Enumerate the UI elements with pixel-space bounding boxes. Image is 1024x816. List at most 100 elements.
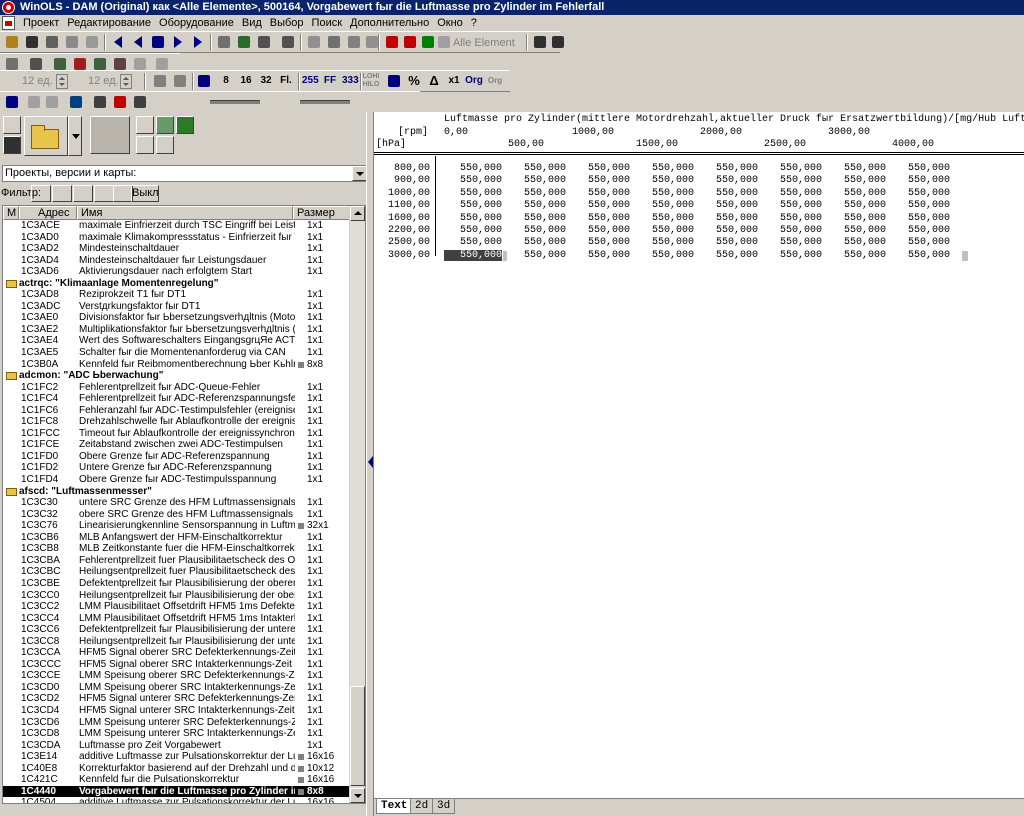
map-row[interactable]: 1C3AD2 Mindesteinschaltdauer 1x1 <box>3 243 351 255</box>
map-cell[interactable]: 550,000 <box>572 225 630 236</box>
map-row[interactable]: 1C3CBE Defektentprellzeit fыr Plausibilis… <box>3 578 351 590</box>
compare-icon[interactable] <box>256 34 272 50</box>
disk-icon[interactable] <box>24 34 40 50</box>
map-cell[interactable]: 550,000 <box>700 250 758 261</box>
menu-item[interactable]: Оборудование <box>155 15 238 31</box>
p-icon[interactable] <box>420 34 436 50</box>
map-cell[interactable]: 550,000 <box>636 250 694 261</box>
last-icon[interactable] <box>190 34 206 50</box>
scroll-thumb[interactable] <box>350 686 365 786</box>
new-file-icon[interactable] <box>3 116 21 134</box>
map-cell[interactable]: 550,000 <box>444 213 502 224</box>
map-text-view[interactable]: Luftmasse pro Zylinder(mittlere Motordre… <box>374 112 1024 798</box>
home-icon[interactable] <box>346 34 362 50</box>
add-icon[interactable] <box>136 136 154 154</box>
collapse-left-icon[interactable] <box>368 456 373 468</box>
map-cell[interactable]: 550,000 <box>508 163 566 174</box>
filter-gamma-icon[interactable] <box>73 185 93 202</box>
map-cell[interactable]: 550,000 <box>636 237 694 248</box>
filter-ooo-icon[interactable] <box>31 185 51 202</box>
bit-32-button[interactable]: 32 <box>258 73 274 89</box>
decimal-button[interactable]: 255 <box>302 73 319 89</box>
map-cell[interactable]: 550,000 <box>828 237 886 248</box>
search-icon[interactable] <box>236 34 252 50</box>
map-cell[interactable]: 550,000 <box>828 163 886 174</box>
map-row[interactable]: 1C3CBC Heilungsentprellzeit fuer Plausibi… <box>3 566 351 578</box>
grid-icon[interactable] <box>150 34 166 50</box>
map-row[interactable]: 1C3CC8 Heilungsentprellzeit fыr Plausibil… <box>3 636 351 648</box>
group-row[interactable]: afscd: "Luftmassenmesser" <box>3 486 351 498</box>
map-row[interactable]: 1C3CCC HFM5 Signal oberer SRC Intakterken… <box>3 659 351 671</box>
map-row[interactable]: 1C3C76 Linearisierungkennline Sensorspann… <box>3 520 351 532</box>
next-icon[interactable] <box>170 34 186 50</box>
octal-button[interactable]: 333 <box>342 73 359 89</box>
map-row[interactable]: 1C4504 additive Luftmasse zur Pulsationsk… <box>3 797 351 803</box>
first-icon[interactable] <box>110 34 126 50</box>
map-cell[interactable]: 550,000 <box>764 225 822 236</box>
map-row[interactable]: 1C3CBA Fehlerentprellzeit fuer Plausibili… <box>3 555 351 567</box>
delta-button[interactable]: Δ <box>426 73 442 89</box>
map-row[interactable]: 1C1FD4 Obere Grenze fыr ADC-Testimpulsspa… <box>3 474 351 486</box>
map-cell[interactable]: 550,000 <box>764 237 822 248</box>
column-width-1[interactable]: 12 ед. <box>22 74 53 89</box>
map-row[interactable]: 1C1FD2 Untere Grenze fыr ADC-Referenzspan… <box>3 462 351 474</box>
filter-kk-icon[interactable] <box>113 185 133 202</box>
map-row[interactable]: 1C3AD0 maximale Klimakompressstatus - Ein… <box>3 232 351 244</box>
map-row[interactable]: 1C3CD6 LMM Speisung unterer SRC Defekterk… <box>3 717 351 729</box>
percent-button[interactable]: % <box>406 73 422 89</box>
map-cell[interactable]: 550,000 <box>444 225 502 236</box>
map-cell[interactable]: 550,000 <box>700 200 758 211</box>
column-name[interactable]: Имя <box>77 206 293 220</box>
map-cell[interactable]: 550,000 <box>636 200 694 211</box>
paste-icon[interactable] <box>84 34 100 50</box>
factor-button[interactable]: x1 <box>446 73 462 89</box>
column-size[interactable]: Размер <box>293 206 351 220</box>
export-icon[interactable] <box>136 116 154 134</box>
group-row[interactable]: actrqc: "Klimaanlage Momentenregelung" <box>3 278 351 290</box>
zoom-out-icon[interactable] <box>44 94 60 110</box>
filter-off-button[interactable]: Выкл <box>131 185 159 202</box>
map-cell[interactable]: 550,000 <box>636 225 694 236</box>
hex-button[interactable]: FF <box>322 73 338 89</box>
map-cell[interactable]: 550,000 <box>700 225 758 236</box>
map-cell[interactable]: 550,000 <box>892 225 950 236</box>
map-row[interactable]: 1C3ACE maximale Einfrierzeit durch TSC Ei… <box>3 220 351 232</box>
column-width-2[interactable]: 12 ед. <box>88 74 119 89</box>
scroll-down-icon[interactable] <box>350 788 365 803</box>
map-row[interactable]: 1C3B0A Kennfeld fыr Reibmomentberechnung … <box>3 359 351 371</box>
chart-icon[interactable] <box>4 94 20 110</box>
tab-3d[interactable]: 3d <box>432 799 456 814</box>
v-icon[interactable] <box>402 34 418 50</box>
map-cell[interactable]: 550,000 <box>828 250 886 261</box>
map-cell[interactable]: 550,000 <box>764 163 822 174</box>
map-row[interactable]: 1C3CC2 LMM Plausibilitaet Offsetdrift HFM… <box>3 601 351 613</box>
map-row[interactable]: 1C3AE5 Schalter fыr die Momentenanforderu… <box>3 347 351 359</box>
project-selector[interactable]: Проекты, версии и карты: <box>2 165 368 182</box>
map-cell[interactable]: 550,000 <box>636 175 694 186</box>
map-cell[interactable]: 550,000 <box>444 163 502 174</box>
map-row[interactable]: 1C3AD4 Mindesteinschaltdauer fыr Leistung… <box>3 255 351 267</box>
map-row[interactable]: 1C3C30 untere SRC Grenze des HFM Luftmass… <box>3 497 351 509</box>
map-row[interactable]: 1C3CD0 LMM Speisung oberer SRC Intakterke… <box>3 682 351 694</box>
map-cell[interactable]: 550,000 <box>508 175 566 186</box>
menu-item[interactable]: Вид <box>238 15 266 31</box>
map-row[interactable]: 1C1FC6 Fehleranzahl fыr ADC-Testimpulsfeh… <box>3 405 351 417</box>
back-icon[interactable] <box>306 34 322 50</box>
tab-2d[interactable]: 2d <box>410 799 434 814</box>
map-cell[interactable]: 550,000 <box>572 250 630 261</box>
barcode-icon[interactable] <box>132 94 148 110</box>
float-button[interactable]: Fl. <box>278 73 294 89</box>
map-cell[interactable]: 550,000 <box>508 213 566 224</box>
map-cell[interactable]: 550,000 <box>636 213 694 224</box>
map-row[interactable]: 1C3ADC Verstдrkungsfaktor fыr DT1 1x1 <box>3 301 351 313</box>
map-cell[interactable]: 550,000 <box>764 250 822 261</box>
open-folder-icon[interactable] <box>24 116 68 156</box>
map-cell[interactable]: 550,000 <box>508 225 566 236</box>
import-icon[interactable] <box>90 116 130 154</box>
scroll-up-icon[interactable] <box>350 206 365 221</box>
chevron-down-icon[interactable] <box>352 166 367 181</box>
list-scrollbar[interactable] <box>349 206 365 803</box>
map-row[interactable]: 1C3CD4 HFM5 Signal unterer SRC Intakterke… <box>3 705 351 717</box>
original-button[interactable]: Org <box>464 73 484 89</box>
split-icon[interactable] <box>92 94 108 110</box>
